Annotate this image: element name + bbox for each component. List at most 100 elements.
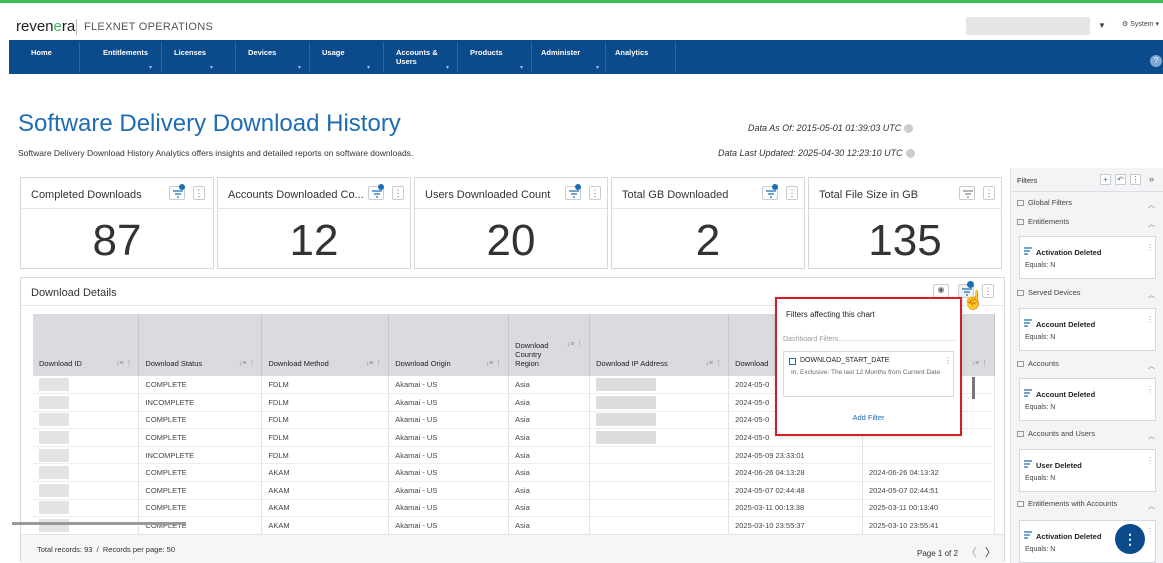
chevron-right-icon[interactable]: 〉 [985, 544, 996, 560]
page-description: Software Delivery Download History Analy… [18, 148, 414, 158]
more-options-icon[interactable]: ⋮ [786, 186, 798, 200]
more-options-icon[interactable]: ⋮ [1146, 456, 1154, 465]
more-options-icon[interactable]: ⋮ [983, 186, 995, 200]
filter-card[interactable]: Account Deleted Equals: N ⋮ [1019, 378, 1156, 421]
column-header[interactable]: Download ID ↓≡ ⋮ [33, 314, 140, 376]
panel-title: Download Details [31, 287, 117, 299]
chevron-down-icon: ▾ [210, 65, 214, 71]
pagination: Page 1 of 2 〈〉 [917, 544, 996, 560]
pointer-hand-icon: ☝ [962, 290, 985, 310]
filter-icon[interactable] [762, 184, 778, 200]
undo-icon[interactable]: ↶ [1115, 174, 1126, 185]
more-options-icon[interactable]: ⋮ [1130, 174, 1141, 185]
add-icon[interactable]: + [1100, 174, 1111, 185]
add-filter-link[interactable]: Add Filter [777, 413, 960, 422]
product-name: FLEXNET OPERATIONS [84, 21, 214, 33]
collapse-panel-icon[interactable]: » [1149, 174, 1154, 184]
checkbox-icon[interactable] [789, 358, 796, 365]
table-row[interactable]: COMPLETE AKAM Akamai - US Asia 2025-03-10 23… [33, 516, 995, 534]
more-options-icon[interactable]: ⋮ [193, 186, 205, 200]
filter-section-entitlements[interactable]: Entitlements [1017, 217, 1069, 226]
more-options-icon[interactable]: ⋮ [944, 356, 952, 365]
filter-section-entitlements-with-accounts[interactable]: Entitlements with Accounts [1017, 499, 1117, 508]
kpi-card-total-file-size: Total File Size in GB ⋮ 135 [808, 177, 1002, 269]
revenera-logo[interactable]: revenera [16, 18, 75, 35]
folder-icon [1017, 361, 1024, 368]
records-info: Total records: 93 / Records per page: 50 [37, 545, 176, 554]
kpi-card-completed-downloads: Completed Downloads ⋮ 87 [20, 177, 214, 269]
folder-icon [1017, 219, 1024, 226]
nav-devices[interactable]: Devices ▾ [248, 40, 301, 74]
table-row[interactable]: COMPLETE AKAM Akamai - US Asia 2024-06-26 04… [33, 463, 995, 483]
floating-action-button[interactable]: ⋮ [1115, 524, 1145, 554]
nav-accounts-users[interactable]: Accounts & Users ▾ [396, 40, 449, 74]
info-icon[interactable] [904, 124, 914, 134]
column-header[interactable]: Download Country Region ↓≡ ⋮ [508, 314, 591, 376]
nav-usage[interactable]: Usage ▾ [322, 40, 370, 74]
nav-entitlements[interactable]: Entitlements ▾ [103, 40, 152, 74]
kpi-card-total-gb-downloaded: Total GB Downloaded ⋮ 2 [611, 177, 805, 269]
filter-card[interactable]: User Deleted Equals: N ⋮ [1019, 449, 1156, 492]
folder-icon [1017, 290, 1024, 297]
table-row[interactable]: COMPLETE AKAM Akamai - US Asia 2024-05-07 02… [33, 481, 995, 500]
vertical-scrollbar[interactable] [972, 377, 975, 399]
filter-icon[interactable] [959, 186, 975, 200]
chevron-up-icon[interactable]: ︿ [1148, 431, 1155, 441]
chevron-down-icon: ▾ [298, 65, 302, 71]
nav-analytics[interactable]: Analytics [615, 40, 648, 74]
more-options-icon[interactable]: ⋮ [589, 186, 601, 200]
filter-icon[interactable] [169, 184, 185, 200]
user-menu[interactable] [966, 17, 1090, 35]
nav-administer[interactable]: Administer ▾ [541, 40, 599, 74]
global-filters-section[interactable]: Global Filters [1017, 198, 1072, 207]
info-icon[interactable] [905, 149, 915, 159]
filter-section-accounts-and-users[interactable]: Accounts and Users [1017, 429, 1095, 438]
more-options-icon[interactable]: ⋮ [1146, 315, 1154, 324]
nav-home[interactable]: Home [31, 40, 52, 74]
sort-icon[interactable]: ↓≡ ⋮ [116, 359, 133, 367]
kpi-value: 12 [289, 216, 339, 265]
chevron-up-icon[interactable]: ︿ [1148, 200, 1155, 210]
filter-card[interactable]: Account Deleted Equals: N ⋮ [1019, 308, 1156, 351]
nav-products[interactable]: Products ▾ [470, 40, 523, 74]
filter-card[interactable]: Activation Deleted Equals: N ⋮ [1019, 236, 1156, 279]
filter-section-served-devices[interactable]: Served Devices [1017, 288, 1081, 297]
kpi-value: 135 [868, 216, 942, 265]
sort-icon[interactable]: ↓≡ ⋮ [971, 359, 988, 367]
column-header[interactable]: Download Method ↓≡ ⋮ [261, 314, 390, 376]
chevron-up-icon[interactable]: ︿ [1148, 219, 1155, 229]
column-header[interactable]: Download Status ↓≡ ⋮ [138, 314, 263, 376]
kpi-card-users-downloaded: Users Downloaded Count ⋮ 20 [414, 177, 608, 269]
data-as-of: Data As Of: 2015-05-01 01:39:03 UTC [748, 123, 914, 134]
kpi-value: 2 [695, 216, 721, 265]
chevron-down-icon[interactable]: ▼ [1098, 21, 1106, 30]
horizontal-scrollbar[interactable] [12, 522, 186, 525]
help-icon[interactable]: ? [1150, 55, 1162, 67]
sort-icon[interactable]: ↓≡ ⋮ [486, 359, 503, 367]
more-options-icon[interactable]: ⋮ [1146, 527, 1154, 536]
filter-icon[interactable] [368, 184, 384, 200]
nav-licenses[interactable]: Licenses ▾ [174, 40, 213, 74]
table-row[interactable]: COMPLETE AKAM Akamai - US Asia 2025-03-11 00… [33, 499, 995, 518]
filter-icon[interactable] [565, 184, 581, 200]
filter-item[interactable]: DOWNLOAD_START_DATE ⋮ In, Exclusive: The… [783, 351, 954, 397]
sort-icon[interactable]: ↓≡ ⋮ [567, 340, 584, 348]
eye-icon[interactable]: ◉ [933, 284, 949, 298]
sort-icon[interactable]: ↓≡ ⋮ [239, 359, 256, 367]
column-header[interactable]: Download Origin ↓≡ ⋮ [388, 314, 510, 376]
chevron-up-icon[interactable]: ︿ [1148, 290, 1155, 300]
sort-icon[interactable]: ↓≡ ⋮ [366, 359, 383, 367]
filter-section-accounts[interactable]: Accounts [1017, 359, 1059, 368]
chevron-left-icon[interactable]: 〈 [966, 544, 977, 560]
table-row[interactable]: INCOMPLETE FDLM Akamai - US Asia 2024-05-09 … [33, 446, 995, 465]
more-options-icon[interactable]: ⋮ [1146, 385, 1154, 394]
chevron-up-icon[interactable]: ︿ [1148, 501, 1155, 511]
sort-icon[interactable]: ↓≡ ⋮ [706, 359, 723, 367]
filters-panel: Filters + ↶ ⋮ » Global Filters ︿ Entitle… [1010, 168, 1163, 563]
column-header[interactable]: Download IP Address ↓≡ ⋮ [589, 314, 730, 376]
more-options-icon[interactable]: ⋮ [392, 186, 404, 200]
system-menu[interactable]: ⚙ System ▾ [1122, 20, 1159, 28]
chevron-up-icon[interactable]: ︿ [1148, 361, 1155, 371]
more-options-icon[interactable]: ⋮ [1146, 243, 1154, 252]
filter-icon [1024, 531, 1032, 539]
